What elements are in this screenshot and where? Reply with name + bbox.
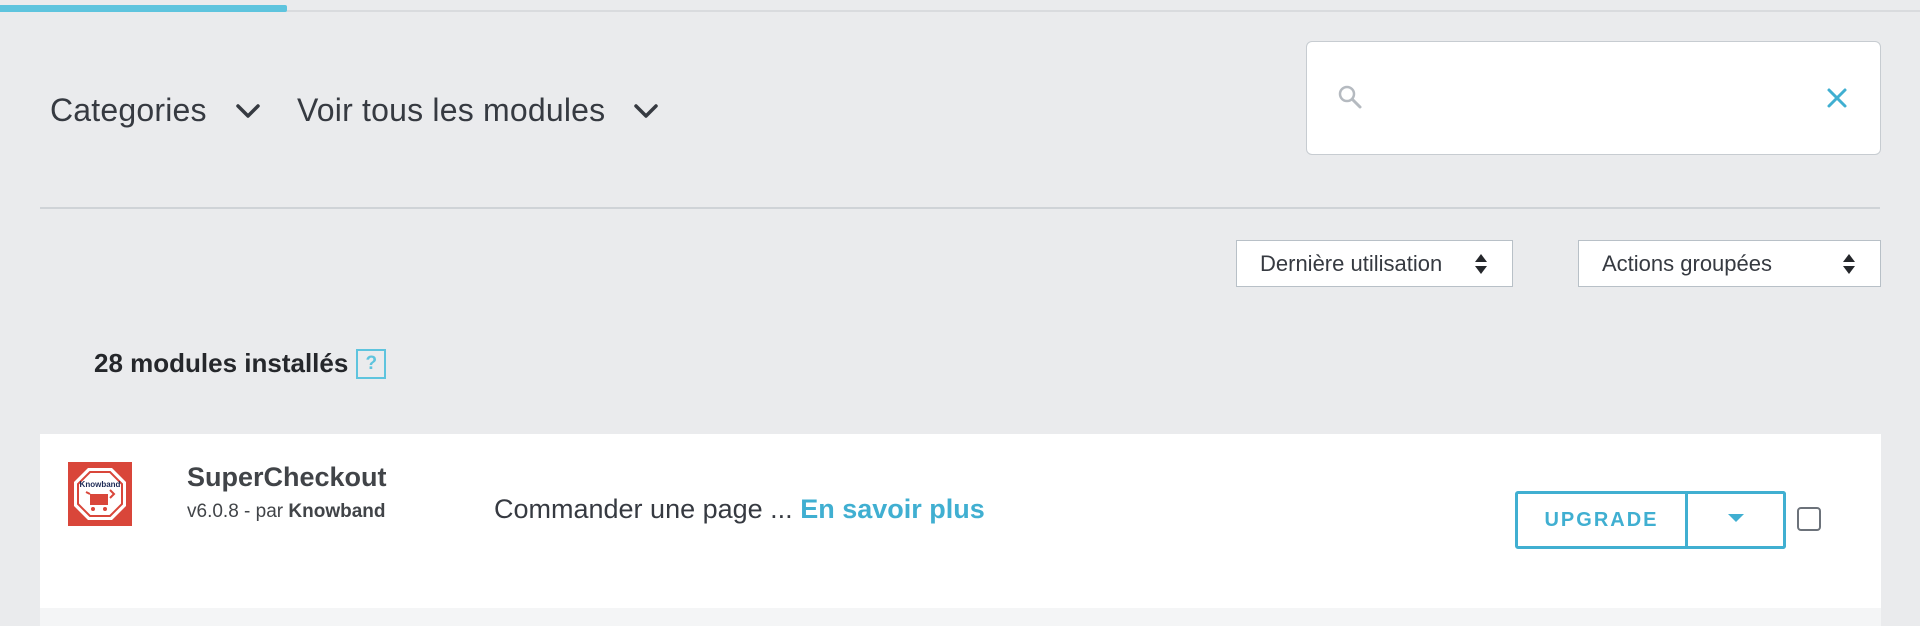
bulk-actions-select[interactable]: Actions groupées <box>1578 240 1881 287</box>
module-action-group: UPGRADE <box>1515 491 1786 549</box>
read-more-link[interactable]: En savoir plus <box>800 494 985 524</box>
module-logo: Knowband <box>68 462 132 526</box>
module-version: v6.0.8 - par <box>187 501 289 522</box>
bulk-actions-select-value: Actions groupées <box>1602 250 1772 276</box>
modules-page: Categories Voir tous les modules Dernièr… <box>0 0 1920 626</box>
installed-modules-heading: 28 modules installés ? <box>94 348 387 379</box>
module-author: Knowband <box>288 501 386 522</box>
module-search-box <box>1306 41 1881 155</box>
search-input[interactable] <box>1377 72 1797 124</box>
module-list-continuation <box>40 608 1881 626</box>
more-actions-button[interactable] <box>1688 491 1786 549</box>
tab-strip-line <box>0 10 1920 12</box>
section-divider <box>40 207 1880 209</box>
sort-select[interactable]: Dernière utilisation <box>1236 240 1513 287</box>
sort-arrows-icon <box>1474 253 1488 280</box>
chevron-down-icon <box>235 101 263 121</box>
active-tab-indicator[interactable] <box>0 5 287 12</box>
upgrade-button[interactable]: UPGRADE <box>1515 491 1688 549</box>
chevron-down-icon <box>633 101 661 121</box>
search-icon <box>1337 84 1363 115</box>
all-modules-filter-dropdown[interactable]: Voir tous les modules <box>297 92 661 129</box>
categories-filter-dropdown[interactable]: Categories <box>50 92 263 129</box>
installed-count-text: 28 modules installés <box>94 348 349 378</box>
caret-down-icon <box>1726 511 1746 529</box>
sort-select-value: Dernière utilisation <box>1260 250 1443 276</box>
all-modules-filter-label: Voir tous les modules <box>297 92 606 128</box>
module-name: SuperCheckout <box>187 462 387 492</box>
close-icon[interactable] <box>1825 86 1849 115</box>
module-version-author: v6.0.8 - par Knowband <box>187 501 386 523</box>
categories-filter-label: Categories <box>50 92 207 128</box>
help-icon[interactable]: ? <box>356 348 387 379</box>
module-description-text: Commander une page ... <box>494 494 793 524</box>
module-select-checkbox[interactable] <box>1797 507 1821 531</box>
module-row: Knowband SuperCheckout v6.0.8 - par Know… <box>40 434 1881 608</box>
sort-arrows-icon <box>1842 253 1856 280</box>
svg-text:Knowband: Knowband <box>80 480 121 489</box>
module-description: Commander une page ... En savoir plus <box>494 494 985 525</box>
